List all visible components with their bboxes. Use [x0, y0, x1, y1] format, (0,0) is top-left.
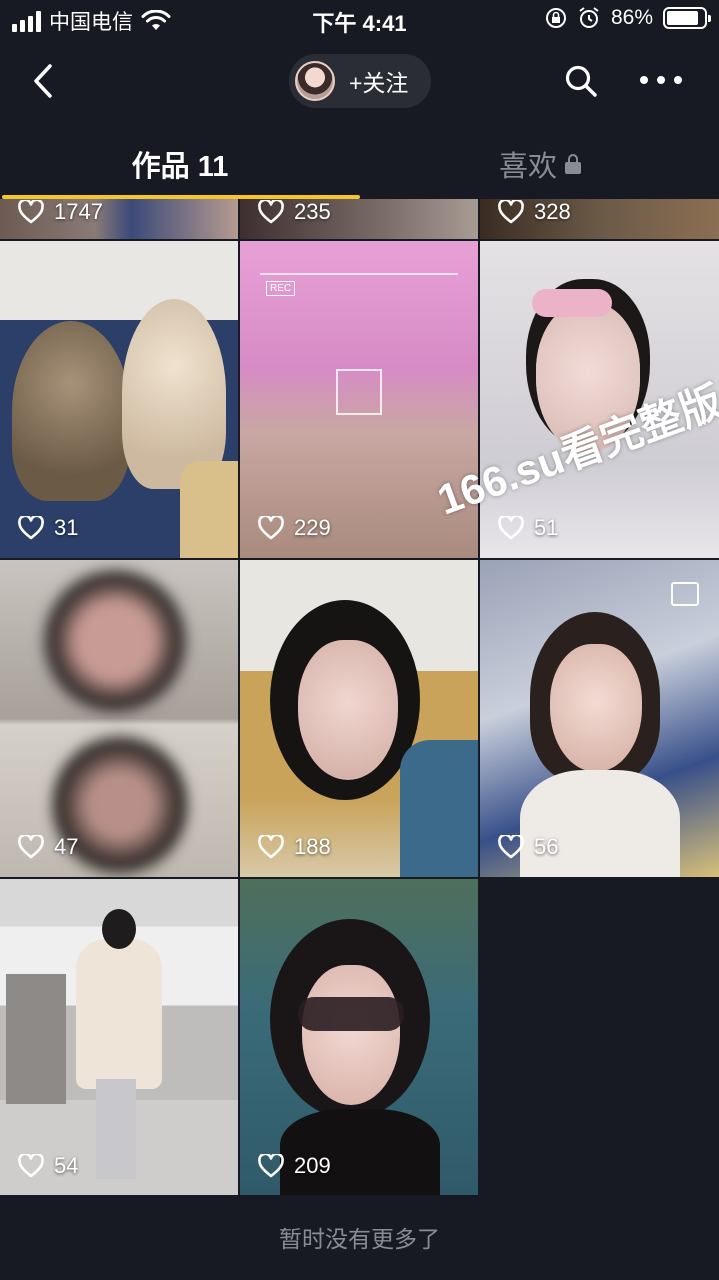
- like-count: 51: [498, 515, 558, 541]
- rec-indicator: REC: [266, 281, 296, 296]
- tab-likes[interactable]: 喜欢: [360, 143, 719, 185]
- video-tile[interactable]: 54: [0, 879, 238, 1195]
- thumbnail-face: [550, 644, 642, 772]
- camera-frame-line: [260, 273, 458, 275]
- heart-icon: [258, 200, 284, 224]
- battery-icon: [663, 7, 711, 29]
- heart-icon: [258, 1154, 284, 1178]
- search-icon[interactable]: [564, 64, 598, 98]
- video-tile[interactable]: 209: [240, 879, 478, 1195]
- follow-label[interactable]: +关注: [349, 64, 408, 98]
- thumbnail-face: [302, 965, 400, 1105]
- lock-icon: [565, 154, 581, 174]
- end-of-list-text: 暂时没有更多了: [279, 1226, 440, 1252]
- gallery-icon: [671, 582, 699, 606]
- thumbnail-blanket: [400, 740, 478, 877]
- like-count-value: 31: [54, 515, 79, 540]
- like-count-value: 56: [534, 834, 559, 859]
- thumbnail-face: [298, 640, 398, 780]
- like-count-value: 328: [534, 199, 571, 224]
- like-count: 235: [258, 199, 331, 225]
- video-tile[interactable]: 188: [240, 560, 478, 877]
- rotation-lock-icon: [545, 8, 566, 28]
- heart-icon: [258, 835, 284, 859]
- video-tile[interactable]: 56: [480, 560, 719, 877]
- like-count-value: 209: [294, 1153, 331, 1178]
- like-count: 188: [258, 834, 331, 860]
- tab-works[interactable]: 作品 11: [0, 143, 360, 185]
- thumbnail-body: [520, 770, 680, 877]
- heart-icon: [18, 1154, 44, 1178]
- follow-button[interactable]: +关注: [289, 54, 431, 108]
- back-icon[interactable]: [28, 62, 62, 100]
- video-tile[interactable]: 47: [0, 560, 238, 877]
- more-icon[interactable]: [640, 72, 682, 88]
- like-count: 209: [258, 1153, 331, 1179]
- battery-percent: 86%: [610, 6, 653, 29]
- avatar[interactable]: [295, 61, 335, 101]
- video-tile[interactable]: 31: [0, 241, 238, 558]
- thumbnail-top: [280, 1109, 440, 1195]
- like-count: 31: [18, 515, 78, 541]
- battery-fill: [667, 11, 698, 25]
- video-tile[interactable]: 1747: [0, 199, 238, 239]
- thumbnail-cushion: [180, 461, 238, 558]
- like-count-value: 1747: [54, 199, 103, 224]
- thumbnail-head: [102, 909, 136, 949]
- heart-icon: [258, 516, 284, 540]
- like-count-value: 229: [294, 515, 331, 540]
- like-count-value: 51: [534, 515, 559, 540]
- alarm-icon: [579, 7, 599, 28]
- thumbnail-dog: [12, 321, 130, 501]
- focus-box: [336, 369, 382, 415]
- thumbnail-coat: [76, 939, 162, 1089]
- like-count: 229: [258, 515, 331, 541]
- video-tile[interactable]: 235: [240, 199, 478, 239]
- heart-icon: [18, 200, 44, 224]
- like-count-value: 188: [294, 834, 331, 859]
- status-right: 86%: [545, 6, 711, 30]
- heart-icon: [18, 516, 44, 540]
- like-count: 54: [18, 1153, 78, 1179]
- nav-bar: +关注: [0, 50, 719, 112]
- heart-icon: [498, 200, 524, 224]
- thumbnail-blurred-face: [40, 566, 190, 716]
- like-count: 47: [18, 834, 78, 860]
- heart-icon: [498, 516, 524, 540]
- profile-tabs: 作品 11 喜欢: [0, 135, 719, 199]
- status-bar: 中国电信 下午 4:41 86%: [0, 0, 719, 40]
- like-count: 328: [498, 199, 571, 225]
- video-tile[interactable]: 328: [480, 199, 719, 239]
- like-count: 56: [498, 834, 558, 860]
- like-count-value: 47: [54, 834, 79, 859]
- heart-icon: [18, 835, 44, 859]
- thumbnail-lace-mask: [298, 997, 404, 1031]
- thumbnail-shelf: [6, 974, 66, 1104]
- like-count: 1747: [18, 199, 103, 225]
- thumbnail-bow: [532, 289, 612, 317]
- tab-likes-label: 喜欢: [498, 151, 557, 183]
- thumbnail-legs: [96, 1079, 136, 1179]
- like-count-value: 235: [294, 199, 331, 224]
- like-count-value: 54: [54, 1153, 79, 1178]
- heart-icon: [498, 835, 524, 859]
